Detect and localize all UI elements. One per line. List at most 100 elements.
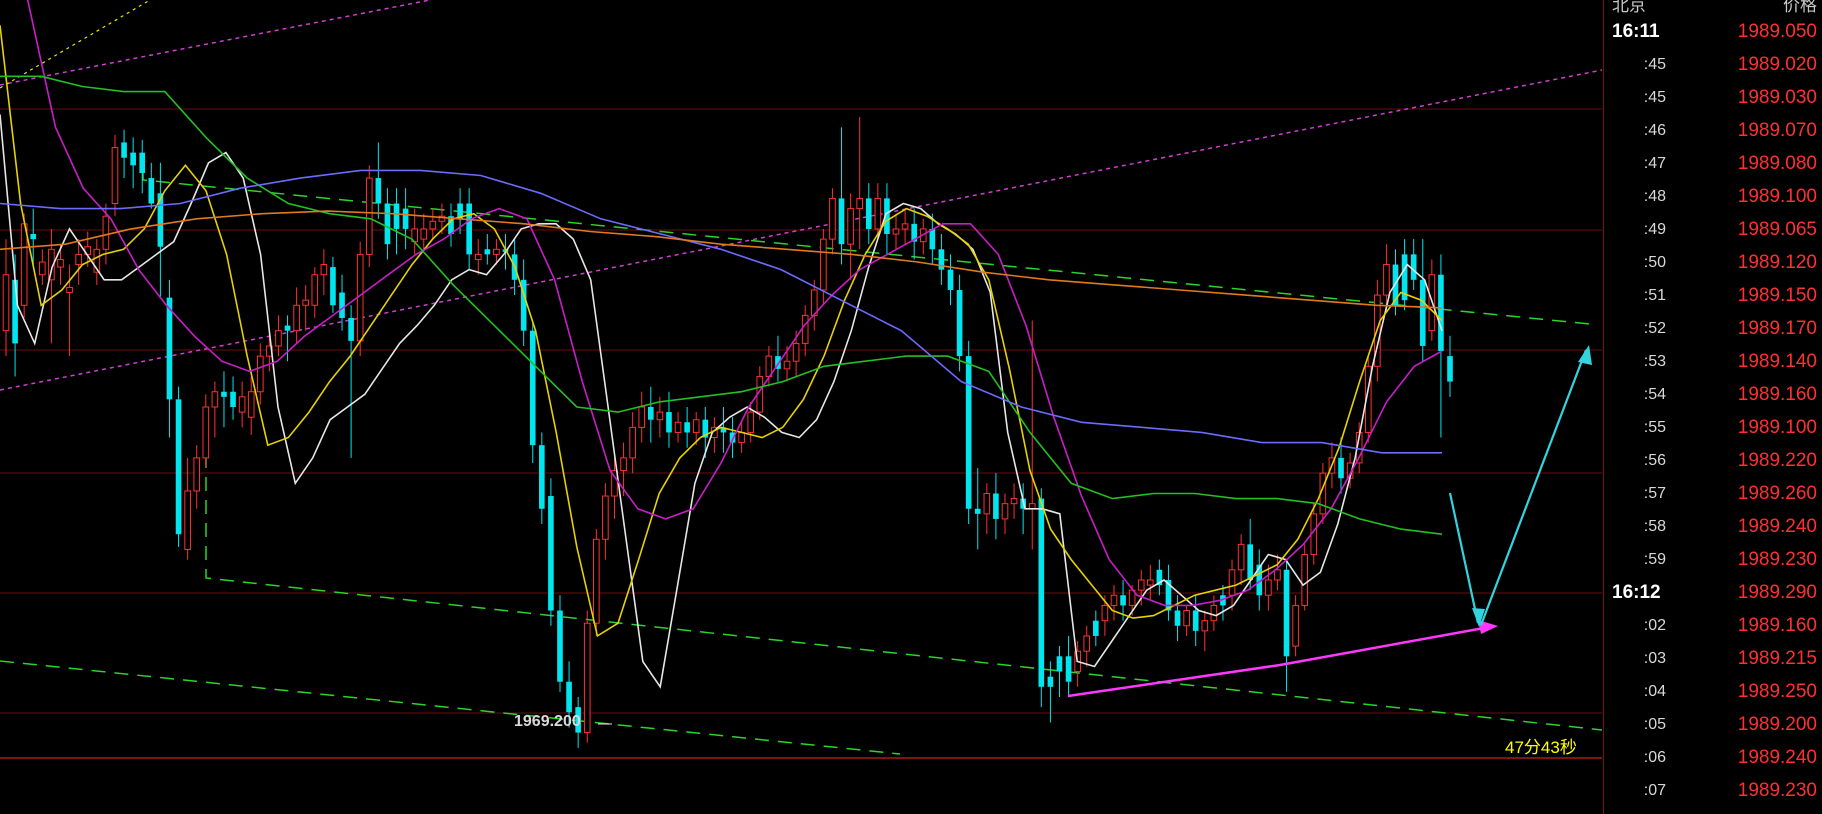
time-and-sales-panel[interactable]: 北京 价格 16:11 1989.050:45 1989.020:45 1989.03… — [1603, 0, 1822, 814]
support-arrow-magenta — [1067, 624, 1496, 698]
candle-body — [583, 622, 591, 734]
trend-line-lower-green — [205, 408, 1602, 731]
tick-row: :58 1989.240 — [1604, 510, 1822, 543]
candle-body — [184, 490, 191, 550]
candle-body — [474, 253, 482, 260]
tick-price: 1989.240 — [1737, 516, 1817, 537]
candle-body — [1083, 635, 1091, 652]
candle-body — [901, 223, 909, 230]
low-price-label: 1969.200 — [514, 713, 581, 730]
candle-body — [30, 234, 37, 240]
candle-body — [1274, 569, 1281, 581]
candle-body — [820, 238, 827, 291]
arrowhead-cyan-up — [1578, 345, 1592, 365]
candle-body — [1301, 554, 1309, 606]
candle-body — [1183, 610, 1190, 627]
candle-body — [1438, 274, 1444, 352]
candle-body — [284, 325, 291, 331]
candle-body — [620, 457, 627, 472]
candle-body — [829, 197, 836, 240]
tick-price: 1989.250 — [1737, 681, 1817, 702]
tick-time: :57 — [1643, 485, 1666, 502]
candle-body — [965, 356, 972, 509]
tick-price: 1989.150 — [1737, 285, 1817, 306]
candle-body — [674, 421, 682, 433]
candle-body — [429, 220, 437, 230]
candle-body — [993, 493, 999, 519]
tick-row: :51 1989.150 — [1604, 279, 1822, 312]
tick-time: 16:11 — [1612, 21, 1660, 42]
candle-body — [801, 314, 809, 344]
candle-body — [738, 431, 745, 444]
projection-arrow-up — [1479, 349, 1588, 626]
tick-time: :03 — [1643, 650, 1666, 667]
candle-body — [57, 258, 64, 268]
candle-body — [539, 445, 545, 509]
candle-body — [130, 152, 136, 166]
candle-body — [548, 496, 554, 611]
candle-body — [1265, 579, 1272, 596]
candle-body — [1228, 569, 1236, 596]
candlestick-chart[interactable]: 1969.200 47分43秒 — [0, 0, 1602, 814]
tick-price: 1989.100 — [1737, 417, 1817, 438]
tick-row: :56 1989.220 — [1604, 444, 1822, 477]
candle-body — [1110, 594, 1118, 606]
candle-body — [484, 249, 491, 255]
tick-price: 1989.230 — [1737, 780, 1817, 801]
tick-row: 16:11 1989.050 — [1604, 15, 1822, 48]
candle-body — [365, 177, 373, 255]
tick-price: 1989.240 — [1737, 747, 1817, 768]
tick-price: 1989.200 — [1737, 714, 1817, 735]
tick-price: 1989.260 — [1737, 483, 1817, 504]
candle-body — [1447, 356, 1453, 382]
tick-row: :04 1989.250 — [1604, 675, 1822, 708]
candle-body — [221, 391, 227, 397]
candle-body — [393, 203, 400, 229]
tick-row: :02 1989.160 — [1604, 609, 1822, 642]
tick-time: :47 — [1643, 155, 1666, 172]
tick-time: :05 — [1643, 716, 1666, 733]
candle-body — [974, 508, 981, 514]
tick-price: 1989.215 — [1737, 648, 1817, 669]
candle-body — [202, 406, 210, 459]
tick-row: :54 1989.160 — [1604, 378, 1822, 411]
candle-body — [302, 299, 310, 306]
candle-body — [856, 197, 864, 210]
candle-body — [139, 152, 146, 173]
tick-row: :06 1989.240 — [1604, 741, 1822, 774]
candle-body — [1028, 503, 1036, 510]
candle-body — [638, 406, 646, 428]
tick-time: :52 — [1643, 320, 1666, 337]
candle-body — [375, 178, 382, 204]
tick-price: 1989.020 — [1737, 54, 1817, 75]
candle-body — [402, 208, 409, 229]
tick-price: 1989.220 — [1737, 450, 1817, 471]
tick-time: :59 — [1643, 551, 1666, 568]
candle-body — [692, 419, 700, 433]
candle-body — [1247, 544, 1254, 580]
candle-body — [1038, 498, 1045, 687]
trend-line-bottom-green — [0, 660, 901, 755]
candle-body — [1010, 498, 1018, 505]
tick-row: :59 1989.230 — [1604, 543, 1822, 576]
candle-body — [1137, 579, 1145, 591]
candle-body — [1338, 457, 1344, 479]
tick-time: :06 — [1643, 749, 1666, 766]
tick-row: :47 1989.080 — [1604, 147, 1822, 180]
ma-line-magenta — [26, 0, 1443, 607]
tick-row: :53 1989.140 — [1604, 345, 1822, 378]
tick-row: :57 1989.260 — [1604, 477, 1822, 510]
tick-time: 16:12 — [1612, 582, 1661, 603]
candle-body — [311, 274, 319, 306]
candle-body — [166, 297, 173, 400]
tick-row: :45 1989.020 — [1604, 48, 1822, 81]
candle-body — [1210, 604, 1218, 622]
chart-canvas[interactable] — [0, 0, 1602, 814]
ma-line-yellow — [0, 25, 1443, 638]
candle-body — [320, 264, 328, 276]
candle-body — [647, 407, 654, 420]
candle-body — [193, 457, 201, 492]
candle-body — [175, 399, 182, 535]
candle-body — [602, 495, 609, 540]
candle-body — [1174, 610, 1181, 626]
